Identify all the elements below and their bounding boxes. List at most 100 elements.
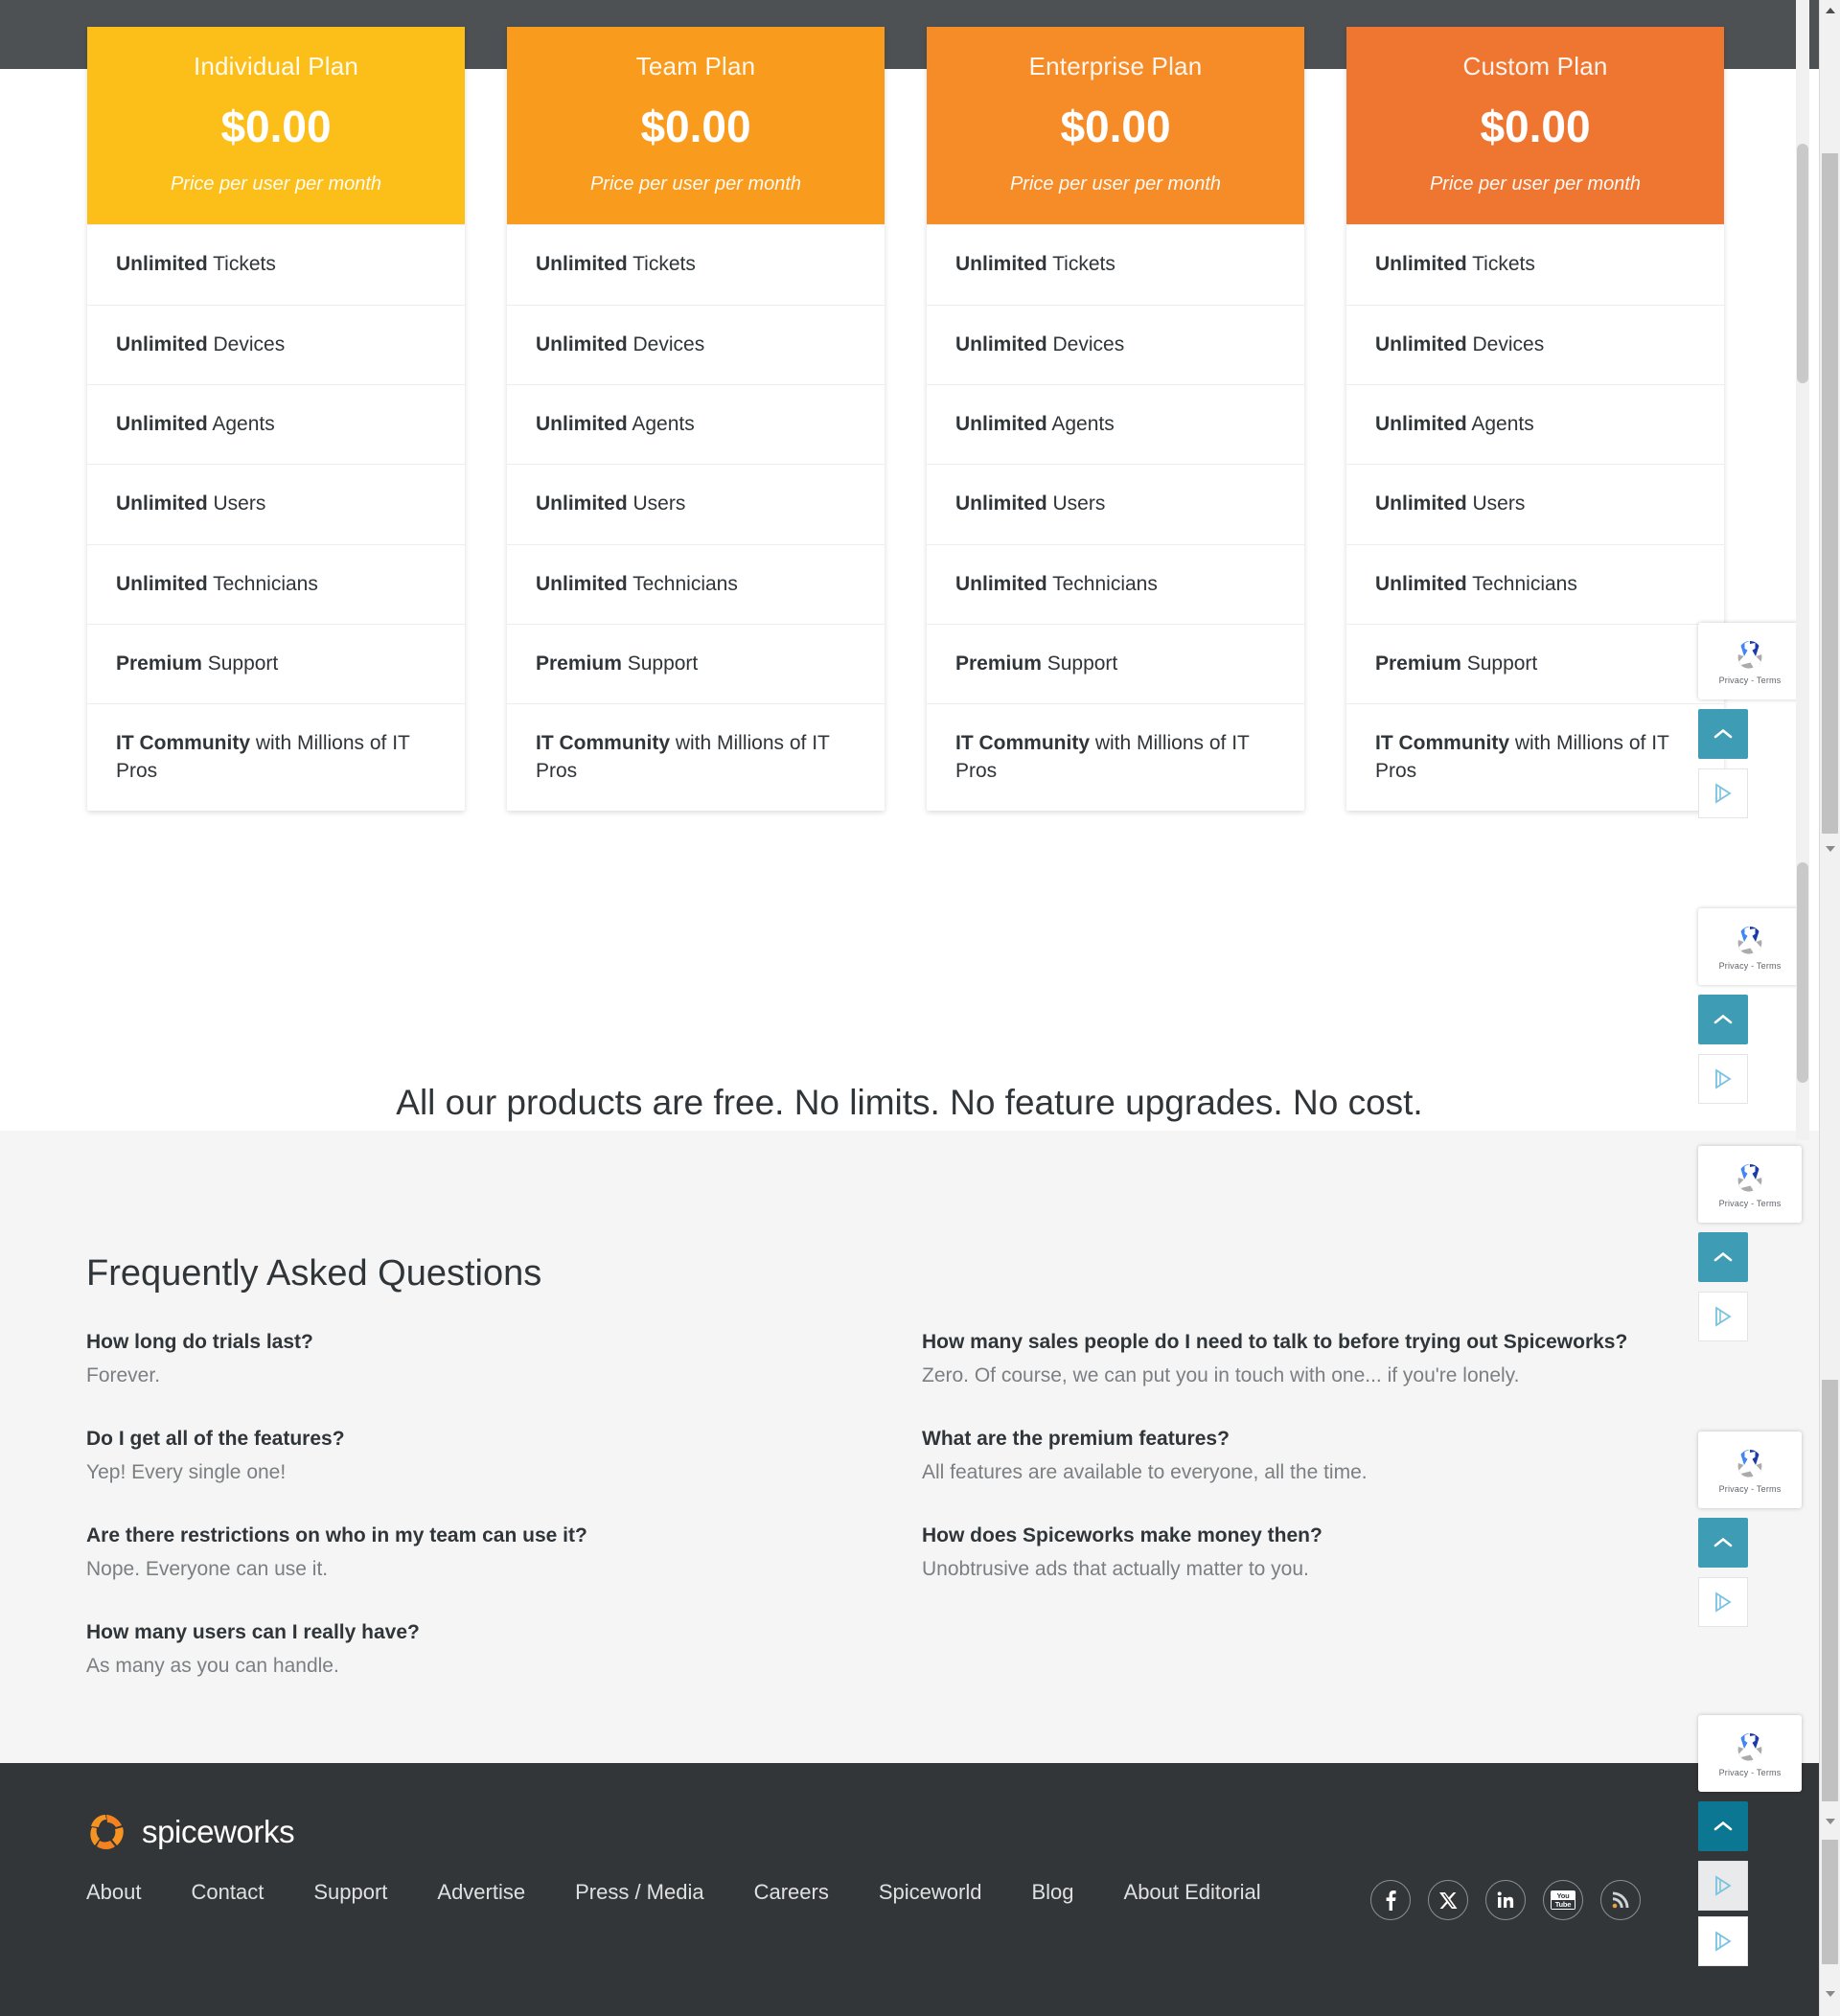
play-widget[interactable] bbox=[1698, 1054, 1748, 1104]
rss-icon[interactable] bbox=[1600, 1880, 1641, 1920]
pricing-card-header: Enterprise Plan $0.00 Price per user per m… bbox=[927, 27, 1304, 225]
widget-stack-1: Privacy - Terms bbox=[1698, 623, 1806, 818]
feature-text: Agents bbox=[1466, 412, 1534, 435]
recaptcha-badge[interactable]: Privacy - Terms bbox=[1698, 1146, 1802, 1223]
play-widget[interactable] bbox=[1698, 768, 1748, 818]
faq-section: Frequently Asked Questions How long do t… bbox=[0, 1131, 1819, 1763]
recaptcha-label[interactable]: Privacy - Terms bbox=[1719, 1199, 1782, 1208]
footer-link[interactable]: About Editorial bbox=[1124, 1880, 1261, 1905]
plan-price: $0.00 bbox=[220, 102, 332, 152]
youtube-glyph: You Tube bbox=[1551, 1890, 1576, 1910]
faq-item: Do I get all of the features? Yep! Every … bbox=[86, 1428, 922, 1484]
feature-text: Technicians bbox=[1046, 572, 1158, 595]
plan-feature-row: Unlimited Agents bbox=[927, 383, 1304, 464]
feature-highlight: Premium bbox=[1375, 652, 1461, 675]
inner-scroll-thumb[interactable] bbox=[1797, 862, 1808, 1083]
play-icon bbox=[1715, 1931, 1732, 1952]
feature-text: Support bbox=[1041, 652, 1118, 675]
widget-stack-5: Privacy - Terms bbox=[1698, 1715, 1806, 1966]
footer-link[interactable]: Spiceworld bbox=[879, 1880, 982, 1905]
feature-highlight: Premium bbox=[536, 652, 622, 675]
scroll-to-top-button[interactable] bbox=[1698, 995, 1748, 1044]
feature-highlight: IT Community bbox=[116, 732, 250, 755]
feature-text: Devices bbox=[1046, 332, 1125, 355]
pricing-card: Enterprise Plan $0.00 Price per user per m… bbox=[927, 27, 1304, 811]
plan-feature-row: IT Community with Millions of IT Pros bbox=[1346, 703, 1724, 811]
feature-text: Agents bbox=[1046, 412, 1115, 435]
recaptcha-badge[interactable]: Privacy - Terms bbox=[1698, 1432, 1802, 1508]
footer-link[interactable]: Support bbox=[313, 1880, 387, 1905]
inner-scrollbar-mid[interactable] bbox=[1796, 843, 1809, 1140]
faq-item: How long do trials last? Forever. bbox=[86, 1331, 922, 1387]
feature-highlight: Unlimited bbox=[536, 332, 628, 355]
feature-highlight: Unlimited bbox=[116, 493, 208, 515]
footer-link[interactable]: Blog bbox=[1031, 1880, 1073, 1905]
footer-link[interactable]: Contact bbox=[192, 1880, 264, 1905]
plan-feature-row: Premium Support bbox=[1346, 623, 1724, 703]
recaptcha-label[interactable]: Privacy - Terms bbox=[1719, 961, 1782, 971]
plan-feature-row: IT Community with Millions of IT Pros bbox=[87, 703, 465, 811]
faq-answer: Nope. Everyone can use it. bbox=[86, 1558, 329, 1580]
footer-nav: About Contact Support Advertise Press / Medi… bbox=[86, 1880, 1311, 1905]
chevron-up-icon bbox=[1714, 728, 1733, 739]
widget-stack-3: Privacy - Terms bbox=[1698, 1146, 1806, 1341]
scrollbar-down-arrow[interactable] bbox=[1820, 1811, 1840, 1832]
browser-scrollbar[interactable] bbox=[1819, 0, 1840, 2016]
recaptcha-label[interactable]: Privacy - Terms bbox=[1719, 1484, 1782, 1494]
recaptcha-badge[interactable]: Privacy - Terms bbox=[1698, 1715, 1802, 1792]
plan-price-note: Price per user per month bbox=[589, 173, 802, 195]
scrollbar-thumb-lower[interactable] bbox=[1822, 1380, 1838, 1801]
plan-price-note: Price per user per month bbox=[1429, 173, 1642, 195]
recaptcha-badge[interactable]: Privacy - Terms bbox=[1698, 908, 1802, 985]
faq-question: Are there restrictions on who in my team… bbox=[86, 1524, 587, 1546]
footer-logo[interactable]: spiceworks bbox=[86, 1811, 295, 1853]
play-widget[interactable] bbox=[1698, 1292, 1748, 1341]
scroll-to-top-button[interactable] bbox=[1698, 1518, 1748, 1568]
recaptcha-icon bbox=[1737, 1733, 1762, 1761]
facebook-icon[interactable] bbox=[1370, 1880, 1411, 1920]
x-icon[interactable] bbox=[1428, 1880, 1468, 1920]
play-widget[interactable] bbox=[1698, 1577, 1748, 1627]
linkedin-icon[interactable] bbox=[1485, 1880, 1526, 1920]
triangle-down-icon bbox=[1825, 846, 1835, 852]
youtube-icon[interactable]: You Tube bbox=[1543, 1880, 1583, 1920]
footer-link[interactable]: Advertise bbox=[437, 1880, 525, 1905]
feature-text: Support bbox=[621, 652, 699, 675]
recaptcha-label[interactable]: Privacy - Terms bbox=[1719, 1768, 1782, 1777]
plan-feature-row: Unlimited Agents bbox=[1346, 383, 1724, 464]
faq-answer: Unobtrusive ads that actually matter to … bbox=[922, 1558, 1309, 1580]
plan-feature-row: Unlimited Devices bbox=[927, 304, 1304, 384]
recaptcha-badge[interactable]: Privacy - Terms bbox=[1698, 623, 1802, 699]
plan-feature-row: Premium Support bbox=[87, 623, 465, 703]
faq-item: How many users can I really have? As many… bbox=[86, 1621, 922, 1678]
plan-feature-row: Unlimited Tickets bbox=[1346, 224, 1724, 304]
play-icon bbox=[1715, 1068, 1732, 1089]
inner-scrollbar-top[interactable] bbox=[1796, 0, 1809, 843]
scrollbar-thumb-bottom[interactable] bbox=[1822, 1840, 1838, 1964]
scroll-to-top-button[interactable] bbox=[1698, 1232, 1748, 1282]
scrollbar-down-arrow-bottom[interactable] bbox=[1820, 1983, 1840, 2005]
inner-scroll-thumb[interactable] bbox=[1797, 144, 1808, 383]
footer-link[interactable]: Careers bbox=[754, 1880, 829, 1905]
plan-feature-row: IT Community with Millions of IT Pros bbox=[927, 703, 1304, 811]
feature-highlight: Unlimited bbox=[116, 332, 208, 355]
widget-stack-2: Privacy - Terms bbox=[1698, 908, 1806, 1104]
feature-highlight: Unlimited bbox=[955, 332, 1047, 355]
plan-feature-row: Premium Support bbox=[927, 623, 1304, 703]
recaptcha-label[interactable]: Privacy - Terms bbox=[1719, 676, 1782, 685]
feature-highlight: Unlimited bbox=[116, 572, 208, 595]
scrollbar-thumb[interactable] bbox=[1822, 153, 1838, 834]
play-widget[interactable] bbox=[1698, 1916, 1748, 1966]
footer-brand-name: spiceworks bbox=[142, 1814, 295, 1849]
plan-feature-row: Unlimited Devices bbox=[87, 304, 465, 384]
play-icon bbox=[1715, 1592, 1732, 1613]
play-widget[interactable] bbox=[1698, 1861, 1748, 1911]
scroll-to-top-button[interactable] bbox=[1698, 1801, 1748, 1851]
feature-highlight: IT Community bbox=[536, 732, 670, 755]
footer-link[interactable]: About bbox=[86, 1880, 142, 1905]
scrollbar-up-arrow[interactable] bbox=[1820, 0, 1840, 21]
footer-link[interactable]: Press / Media bbox=[575, 1880, 704, 1905]
scroll-to-top-button[interactable] bbox=[1698, 709, 1748, 759]
recaptcha-icon bbox=[1737, 927, 1762, 954]
scrollbar-down-arrow-mid[interactable] bbox=[1820, 838, 1840, 859]
